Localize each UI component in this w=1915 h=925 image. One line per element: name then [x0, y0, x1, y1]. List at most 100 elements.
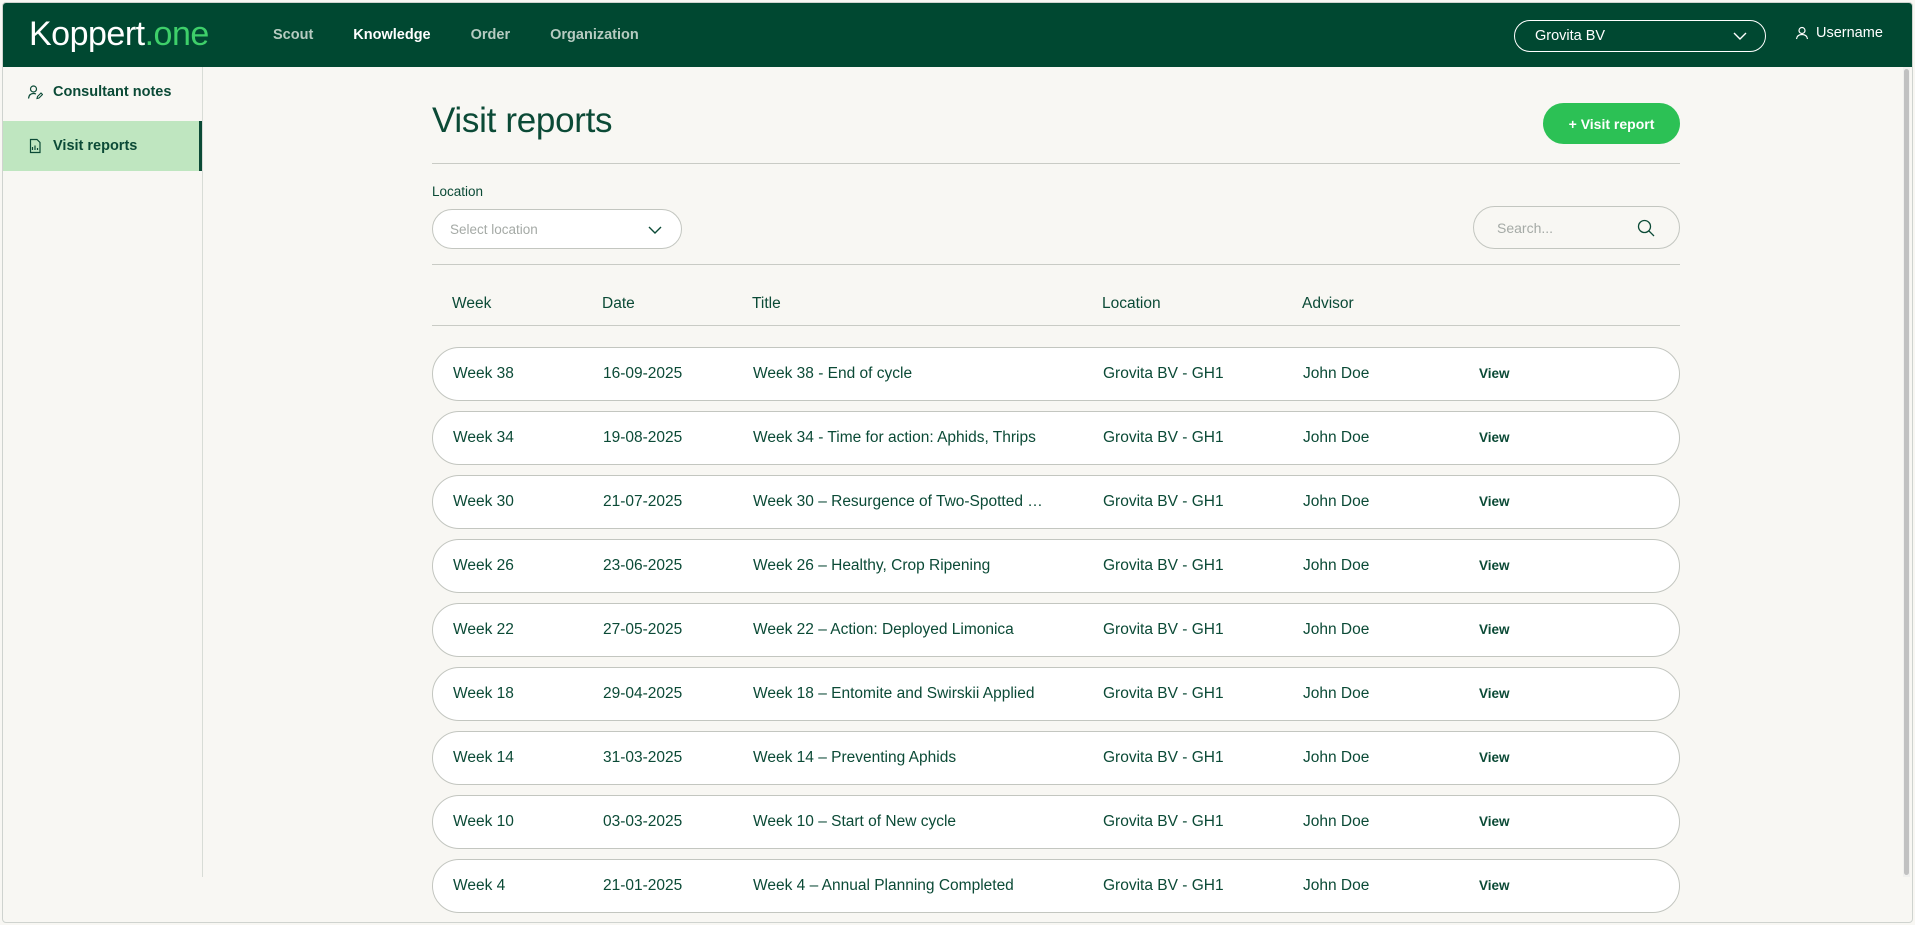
cell-date: 23-06-2025 — [603, 557, 683, 574]
cell-week: Week 4 — [453, 877, 506, 894]
nav-item-knowledge[interactable]: Knowledge — [353, 27, 430, 43]
location-select-placeholder: Select location — [450, 221, 538, 237]
user-menu[interactable]: Username — [1795, 25, 1883, 41]
table-row[interactable]: Week 26 23-06-2025 Week 26 – Healthy, Cr… — [432, 539, 1680, 593]
cell-date: 21-07-2025 — [603, 493, 683, 510]
cell-date: 19-08-2025 — [603, 429, 683, 446]
chevron-down-icon — [648, 226, 662, 234]
table-row[interactable]: Week 14 31-03-2025 Week 14 – Preventing … — [432, 731, 1680, 785]
top-bar: Koppert .one Scout Knowledge Order Organi… — [3, 3, 1912, 67]
cell-week: Week 22 — [453, 621, 514, 638]
organization-select[interactable]: Grovita BV — [1514, 20, 1766, 52]
cell-week: Week 26 — [453, 557, 514, 574]
view-link[interactable]: View — [1479, 494, 1510, 509]
cell-location: Grovita BV - GH1 — [1103, 813, 1224, 830]
username-label: Username — [1816, 25, 1883, 41]
nav-item-scout[interactable]: Scout — [273, 27, 313, 43]
search-input[interactable] — [1497, 219, 1637, 236]
cell-week: Week 30 — [453, 493, 514, 510]
cell-advisor: John Doe — [1303, 429, 1370, 446]
cell-location: Grovita BV - GH1 — [1103, 685, 1224, 702]
cell-advisor: John Doe — [1303, 685, 1370, 702]
sidebar-item-consultant-notes[interactable]: Consultant notes — [3, 67, 202, 117]
cell-advisor: John Doe — [1303, 621, 1370, 638]
header-divider — [432, 325, 1680, 326]
table-row[interactable]: Week 34 19-08-2025 Week 34 - Time for ac… — [432, 411, 1680, 465]
table-row[interactable]: Week 4 21-01-2025 Week 4 – Annual Planni… — [432, 859, 1680, 913]
nav-item-organization[interactable]: Organization — [550, 27, 639, 43]
view-link[interactable]: View — [1479, 430, 1510, 445]
document-icon — [29, 138, 41, 154]
app-window: Koppert .one Scout Knowledge Order Organi… — [2, 2, 1913, 923]
cell-location: Grovita BV - GH1 — [1103, 877, 1224, 894]
cell-title: Week 34 - Time for action: Aphids, Thrip… — [753, 429, 1036, 446]
sidebar-item-label: Consultant notes — [53, 84, 172, 100]
search-icon[interactable] — [1637, 219, 1655, 237]
cell-date: 16-09-2025 — [603, 365, 683, 382]
cell-title: Week 38 - End of cycle — [753, 365, 913, 382]
cell-title: Week 4 – Annual Planning Completed — [753, 877, 1014, 894]
cell-advisor: John Doe — [1303, 557, 1370, 574]
table-row[interactable]: Week 18 29-04-2025 Week 18 – Entomite an… — [432, 667, 1680, 721]
koppert-one-logo[interactable]: Koppert .one — [29, 15, 209, 55]
cell-date: 03-03-2025 — [603, 813, 683, 830]
sidebar: Consultant notes Visit reports — [3, 67, 203, 877]
view-link[interactable]: View — [1479, 814, 1510, 829]
logo-text-suffix: .one — [144, 15, 210, 53]
cell-location: Grovita BV - GH1 — [1103, 493, 1224, 510]
location-select[interactable]: Select location — [432, 209, 682, 249]
cell-advisor: John Doe — [1303, 813, 1370, 830]
cell-advisor: John Doe — [1303, 877, 1370, 894]
view-link[interactable]: View — [1479, 878, 1510, 893]
cell-week: Week 14 — [453, 749, 514, 766]
cell-week: Week 38 — [453, 365, 514, 382]
view-link[interactable]: View — [1479, 366, 1510, 381]
sidebar-item-label: Visit reports — [53, 138, 138, 154]
table-row[interactable]: Week 38 16-09-2025 Week 38 - End of cycl… — [432, 347, 1680, 401]
view-link[interactable]: View — [1479, 750, 1510, 765]
visit-reports-list: Week 38 16-09-2025 Week 38 - End of cycl… — [432, 347, 1680, 922]
view-link[interactable]: View — [1479, 686, 1510, 701]
cell-week: Week 18 — [453, 685, 514, 702]
view-link[interactable]: View — [1479, 558, 1510, 573]
cell-title: Week 30 – Resurgence of Two-Spotted … — [753, 493, 1043, 510]
cell-title: Week 26 – Healthy, Crop Ripening — [753, 557, 991, 574]
cell-location: Grovita BV - GH1 — [1103, 621, 1224, 638]
table-row[interactable]: Week 10 03-03-2025 Week 10 – Start of Ne… — [432, 795, 1680, 849]
cell-week: Week 34 — [453, 429, 514, 446]
cell-location: Grovita BV - GH1 — [1103, 557, 1224, 574]
view-link[interactable]: View — [1479, 622, 1510, 637]
cell-title: Week 14 – Preventing Aphids — [753, 749, 957, 766]
cell-title: Week 10 – Start of New cycle — [753, 813, 957, 830]
add-visit-report-button[interactable]: + Visit report — [1543, 103, 1680, 144]
cell-title: Week 18 – Entomite and Swirskii Applied — [753, 685, 1035, 702]
filters-divider — [432, 264, 1680, 265]
cell-title: Week 22 – Action: Deployed Limonica — [753, 621, 1014, 638]
sidebar-item-visit-reports[interactable]: Visit reports — [3, 121, 202, 171]
cell-date: 27-05-2025 — [603, 621, 683, 638]
column-header-advisor[interactable]: Advisor — [1302, 295, 1354, 313]
cell-date: 21-01-2025 — [603, 877, 683, 894]
table-row[interactable]: Week 30 21-07-2025 Week 30 – Resurgence … — [432, 475, 1680, 529]
cell-advisor: John Doe — [1303, 365, 1370, 382]
cell-date: 31-03-2025 — [603, 749, 683, 766]
cell-location: Grovita BV - GH1 — [1103, 429, 1224, 446]
nav-item-order[interactable]: Order — [471, 27, 511, 43]
chevron-down-icon — [1733, 32, 1747, 40]
column-header-week[interactable]: Week — [452, 295, 491, 313]
cell-location: Grovita BV - GH1 — [1103, 749, 1224, 766]
logo-text-main: Koppert — [29, 15, 145, 53]
page-title: Visit reports — [432, 101, 613, 140]
column-header-location[interactable]: Location — [1102, 295, 1161, 313]
page-scrollbar[interactable] — [1903, 67, 1910, 877]
user-icon — [1795, 26, 1809, 40]
cell-location: Grovita BV - GH1 — [1103, 365, 1224, 382]
search-box — [1473, 206, 1680, 249]
table-row[interactable]: Week 22 27-05-2025 Week 22 – Action: Dep… — [432, 603, 1680, 657]
title-divider — [432, 163, 1680, 164]
column-header-date[interactable]: Date — [602, 295, 635, 313]
column-header-title[interactable]: Title — [752, 295, 781, 313]
cell-advisor: John Doe — [1303, 749, 1370, 766]
scrollbar-thumb[interactable] — [1904, 69, 1909, 875]
organization-select-value: Grovita BV — [1535, 28, 1606, 44]
